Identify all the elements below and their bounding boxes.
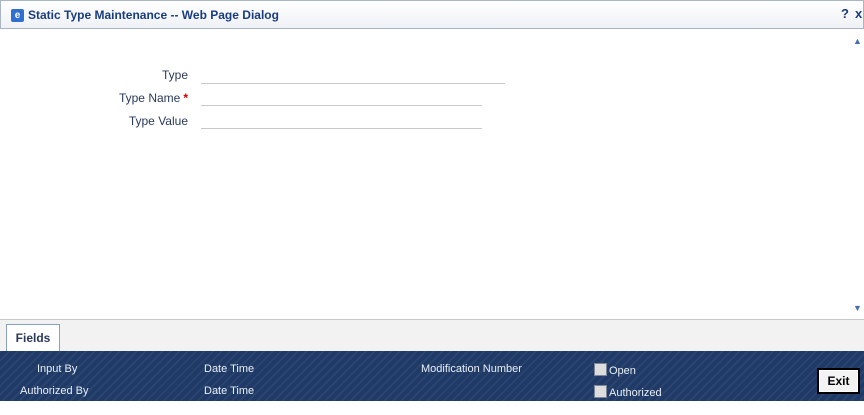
scroll-down-arrow-icon[interactable]: ▼ (853, 303, 862, 313)
audit-footer: Input By Date Time Modification Number O… (0, 351, 864, 401)
type-label: Type (161, 68, 188, 82)
authorized-checkbox[interactable] (594, 385, 607, 398)
input-by-label: Input By (37, 363, 78, 375)
scroll-up-arrow-icon[interactable]: ▲ (853, 36, 862, 46)
authorized-label: Authorized (609, 387, 662, 399)
open-checkbox[interactable] (594, 363, 607, 376)
help-button[interactable]: ? (841, 6, 849, 21)
type-value-label: Type Value (128, 114, 188, 128)
date-time-label-2: Date Time (204, 385, 255, 397)
close-button[interactable]: x (855, 6, 862, 21)
type-name-input[interactable] (201, 105, 482, 106)
type-input[interactable] (201, 83, 505, 84)
title-bar: e Static Type Maintenance -- Web Page Di… (0, 0, 864, 29)
tab-strip: Fields (0, 319, 864, 352)
window-title: Static Type Maintenance -- Web Page Dial… (28, 8, 279, 22)
type-name-label: Type Name * (118, 91, 188, 105)
modification-number-label: Modification Number (421, 363, 522, 375)
authorized-by-label: Authorized By (20, 385, 89, 397)
ie-icon: e (11, 9, 24, 22)
type-value-input[interactable] (201, 128, 482, 129)
vertical-scrollbar[interactable]: ▲ ▼ (850, 29, 864, 319)
tab-fields[interactable]: Fields (6, 324, 60, 352)
exit-button[interactable]: Exit (817, 368, 860, 394)
date-time-label: Date Time (204, 363, 255, 375)
open-label: Open (609, 365, 636, 377)
required-asterisk: * (183, 91, 188, 105)
